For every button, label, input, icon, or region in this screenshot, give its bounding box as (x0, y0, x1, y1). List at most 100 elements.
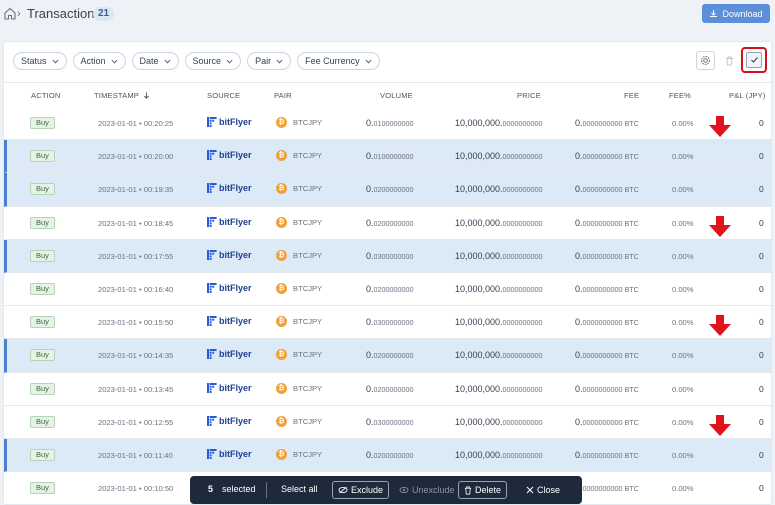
volume-frac: 0100000000 (373, 152, 414, 162)
download-button[interactable]: Download (702, 4, 770, 23)
fee-cell: 0.0000000000 BTC (575, 118, 639, 128)
fee-int: 0. (575, 283, 583, 294)
fee-frac: 0000000000 BTC (582, 218, 639, 228)
source-cell: bitFlyer (207, 448, 252, 459)
table-row[interactable]: Buy 2023-01-01 • 00:11:40 bitFlyer ₿ BTCJPY 0… (4, 438, 771, 473)
table-row[interactable]: Buy 2023-01-01 • 00:17:55 bitFlyer ₿ BTCJPY 0… (4, 239, 771, 273)
select-all-button[interactable]: Select all (281, 484, 318, 494)
source-name: bitFlyer (219, 282, 252, 293)
action-badge: Buy (30, 448, 55, 461)
volume-int: 0. (366, 449, 374, 460)
unexclude-label: Unexclude (412, 485, 455, 495)
fee-int: 0. (575, 118, 583, 128)
annotation-arrow-down-icon (709, 215, 731, 237)
filter-chip-label: Action (80, 56, 106, 66)
annotation-arrow-down-icon (709, 414, 731, 436)
price-cell: 10,000,000.0000000000 (455, 284, 543, 294)
bar-divider (266, 482, 267, 498)
table-row[interactable]: Buy 2023-01-01 • 00:15:50 bitFlyer ₿ BTCJPY 0… (4, 306, 771, 340)
filter-chip-pair[interactable]: Pair (247, 52, 292, 70)
filter-chip-source[interactable]: Source (184, 52, 242, 70)
source-cell: bitFlyer (207, 316, 252, 327)
pair-name: BTCJPY (293, 317, 323, 327)
volume-cell: 0.0100000000 (366, 151, 414, 161)
price-cell: 10,000,000.0000000000 (455, 450, 543, 460)
price-int: 10,000,000. (455, 151, 503, 162)
volume-int: 0. (366, 383, 374, 394)
fee-frac: 0000000000 BTC (582, 284, 639, 294)
fee-pct-cell: 0.00% (672, 450, 694, 460)
volume-cell: 0.0100000000 (366, 118, 414, 128)
action-badge: Buy (30, 117, 55, 129)
price-frac: 0000000000 (502, 185, 543, 195)
table-row[interactable]: Buy 2023-01-01 • 00:19:35 bitFlyer ₿ BTCJPY 0… (4, 173, 771, 207)
source-cell: bitFlyer (207, 249, 252, 260)
action-badge: Buy (30, 150, 55, 163)
bulk-action-bar: 5 selected Select all Exclude Unexclude … (190, 476, 582, 504)
price-frac: 0000000000 (502, 351, 543, 361)
volume-cell: 0.0200000000 (366, 218, 414, 228)
table-row[interactable]: Buy 2023-01-01 • 00:20:00 bitFlyer ₿ BTCJPY 0… (4, 140, 771, 174)
price-int: 10,000,000. (455, 217, 503, 228)
bitflyer-logo-icon (207, 216, 217, 227)
gear-icon (701, 56, 710, 65)
bitcoin-icon: ₿ (276, 183, 287, 195)
transaction-count-badge: 21 (93, 7, 115, 21)
col-header-timestamp[interactable]: TIMESTAMP (94, 91, 150, 100)
pair-cell: ₿ BTCJPY (276, 117, 322, 128)
bitflyer-logo-icon (207, 117, 217, 127)
fee-cell: 0.0000000000 BTC (575, 417, 639, 427)
table-body: Buy 2023-01-01 • 00:20:25 bitFlyer ₿ BTCJPY 0… (4, 107, 771, 504)
table-row[interactable]: Buy 2023-01-01 • 00:14:35 bitFlyer ₿ BTCJPY 0… (4, 339, 771, 373)
col-header-price: PRICE (517, 91, 541, 100)
sort-arrow-icon (144, 92, 150, 99)
exclude-button[interactable]: Exclude (332, 481, 390, 499)
source-cell: bitFlyer (207, 282, 252, 293)
timestamp-cell: 2023-01-01 • 00:18:45 (98, 218, 174, 228)
timestamp-cell: 2023-01-01 • 00:11:40 (98, 450, 173, 460)
settings-button[interactable] (696, 51, 715, 70)
home-icon[interactable] (4, 7, 16, 20)
pnl-cell: 0 (759, 151, 764, 162)
selected-count: 5 (208, 484, 214, 494)
filter-bar: Status Action Date Source Pair Fee Currency (13, 52, 380, 70)
delete-button[interactable]: Delete (458, 481, 508, 499)
close-button[interactable]: Close (520, 481, 566, 499)
source-name: bitFlyer (219, 117, 252, 127)
bitflyer-logo-icon (207, 150, 217, 161)
table-row[interactable]: Buy 2023-01-01 • 00:12:55 bitFlyer ₿ BTCJPY 0… (4, 406, 771, 439)
delete-tool-button[interactable] (720, 51, 739, 70)
timestamp-cell: 2023-01-01 • 00:13:45 (98, 384, 174, 394)
pair-cell: ₿ BTCJPY (276, 183, 322, 195)
fee-frac: 0000000000 BTC (582, 450, 639, 460)
filter-chip-date[interactable]: Date (131, 52, 179, 70)
table-row[interactable]: Buy 2023-01-01 • 00:13:45 bitFlyer ₿ BTCJPY 0… (4, 373, 771, 406)
timestamp-cell: 2023-01-01 • 00:19:35 (98, 185, 174, 195)
table-row[interactable]: Buy 2023-01-01 • 00:16:40 bitFlyer ₿ BTCJPY 0… (4, 273, 771, 307)
fee-int: 0. (575, 449, 583, 460)
action-badge: Buy (30, 482, 55, 495)
fee-pct-cell: 0.00% (672, 251, 694, 261)
volume-frac: 0300000000 (373, 417, 414, 427)
transactions-page: › Transactions 21 Download Status Action D… (0, 0, 775, 505)
price-frac: 0000000000 (502, 318, 543, 328)
table-row[interactable]: Buy 2023-01-01 • 00:20:25 bitFlyer ₿ BTCJPY 0… (4, 107, 771, 141)
trash-icon (464, 486, 472, 494)
price-frac: 0000000000 (502, 251, 543, 261)
price-int: 10,000,000. (455, 350, 503, 361)
pnl-cell: 0 (759, 184, 764, 195)
bulk-select-toggle-button[interactable] (741, 47, 767, 73)
filter-chip-action[interactable]: Action (72, 52, 126, 70)
fee-cell: 0.0000000000 BTC (575, 151, 639, 161)
filter-chip-fee-currency[interactable]: Fee Currency (297, 52, 380, 70)
fee-cell: 0.0000000000 BTC (575, 284, 639, 294)
filter-chip-status[interactable]: Status (13, 52, 67, 70)
download-icon (710, 10, 718, 17)
col-header-source: SOURCE (207, 91, 241, 100)
price-int: 10,000,000. (455, 184, 503, 195)
timestamp-cell: 2023-01-01 • 00:20:25 (98, 119, 174, 128)
fee-int: 0. (575, 217, 583, 228)
price-frac: 0000000000 (502, 384, 543, 394)
unexclude-button[interactable]: Unexclude (393, 481, 461, 499)
table-row[interactable]: Buy 2023-01-01 • 00:18:45 bitFlyer ₿ BTCJPY 0… (4, 207, 771, 240)
